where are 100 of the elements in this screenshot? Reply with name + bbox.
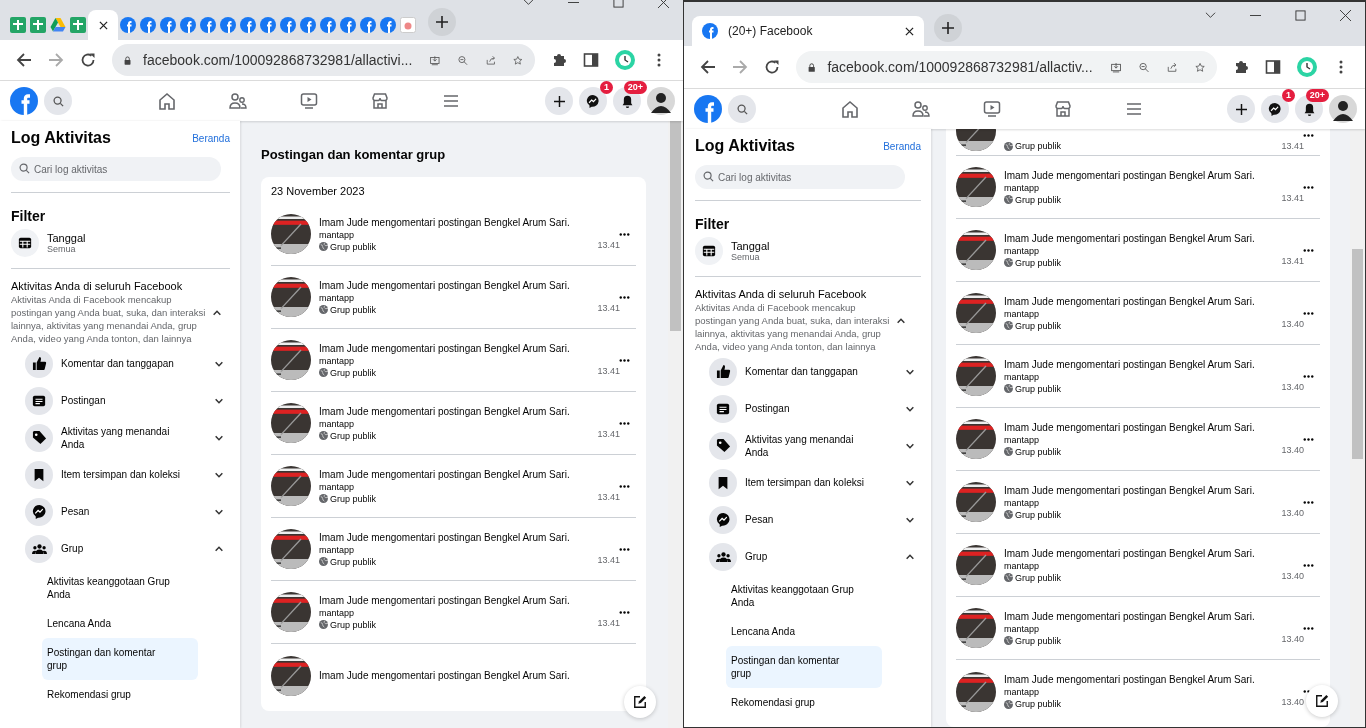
home-icon[interactable] — [840, 100, 859, 118]
store-icon[interactable] — [370, 92, 389, 110]
new-tab-button[interactable] — [934, 14, 962, 42]
date-filter[interactable]: Tanggal Semua — [695, 237, 921, 265]
friends-icon[interactable] — [228, 92, 247, 110]
activity-text[interactable]: Imam Jude mengomentari postingan Bengkel Arum Sari. — [319, 468, 590, 480]
scrollbar-thumb[interactable] — [1352, 249, 1363, 459]
activity-text[interactable]: Imam Jude mengomentari postingan Bengkel Arum Sari. — [319, 279, 590, 291]
extensions-icon[interactable] — [551, 52, 567, 68]
logo-icon[interactable] — [694, 95, 722, 123]
category-label[interactable]: Postingan — [61, 394, 206, 407]
more-icon[interactable] — [619, 547, 630, 551]
category-label[interactable]: Postingan — [745, 402, 897, 415]
activity-text[interactable]: Imam Jude mengomentari postingan Bengkel Arum Sari. — [1004, 674, 1274, 685]
home-link[interactable]: Beranda — [192, 132, 230, 144]
close-icon[interactable] — [1340, 10, 1351, 21]
more-icon[interactable] — [1303, 626, 1314, 630]
activity-text[interactable]: Imam Jude mengomentari postingan Bengkel Arum Sari. — [319, 342, 590, 354]
activity-text[interactable]: Imam Jude mengomentari postingan Bengkel Arum Sari. — [319, 531, 590, 543]
activity-text[interactable]: Imam Jude mengomentari postingan Bengkel Arum Sari. — [319, 405, 590, 417]
more-icon[interactable] — [619, 610, 630, 614]
sidebar-item[interactable]: Lencana Anda — [726, 617, 882, 646]
scrollbar-thumb[interactable] — [670, 121, 681, 331]
activity-text[interactable]: Imam Jude mengomentari postingan Bengkel Arum Sari. — [319, 594, 590, 606]
compose-button[interactable] — [1306, 685, 1338, 717]
close-icon[interactable] — [658, 0, 669, 8]
more-icon[interactable] — [619, 295, 630, 299]
category-label[interactable]: Pesan — [61, 505, 206, 518]
home-link[interactable]: Beranda — [883, 140, 921, 152]
more-icon[interactable] — [619, 421, 630, 425]
profile-icon[interactable] — [615, 50, 635, 70]
scrollbar[interactable] — [668, 121, 683, 728]
more-icon[interactable] — [1303, 248, 1314, 252]
maximize-icon[interactable] — [1295, 10, 1306, 21]
side-panel-icon[interactable] — [1265, 59, 1281, 75]
more-icon[interactable] — [1303, 311, 1314, 315]
more-icon[interactable] — [619, 358, 630, 362]
search-button[interactable] — [44, 87, 72, 115]
back-icon[interactable] — [16, 52, 32, 68]
category-label[interactable]: Aktivitas yang menandai Anda — [61, 424, 206, 451]
extensions-icon[interactable] — [1233, 59, 1249, 75]
category-label[interactable]: Komentar dan tanggapan — [61, 357, 206, 370]
back-icon[interactable] — [700, 59, 716, 75]
activity-text[interactable]: Imam Jude mengomentari postingan Bengkel Arum Sari. — [1004, 610, 1274, 622]
home-icon[interactable] — [157, 92, 176, 110]
more-icon[interactable] — [1303, 374, 1314, 378]
activity-text[interactable]: Imam Jude mengomentari postingan Bengkel Arum Sari. — [1004, 169, 1274, 181]
category-label[interactable]: Komentar dan tanggapan — [745, 365, 897, 378]
category-label[interactable]: Grup — [745, 550, 897, 563]
close-icon[interactable] — [905, 26, 914, 36]
chevron-down-icon[interactable] — [1205, 10, 1216, 21]
sidebar-item[interactable]: Lencana Anda — [42, 609, 198, 638]
more-icon[interactable] — [1303, 437, 1314, 441]
activity-text[interactable]: Imam Jude mengomentari postingan Bengkel Arum Sari. — [1004, 358, 1274, 370]
address-bar[interactable]: facebook.com/100092868732981/allactivi... — [112, 44, 535, 76]
new-tab-button[interactable] — [428, 8, 456, 36]
date-filter[interactable]: Tanggal Semua — [11, 229, 230, 257]
activity-text[interactable]: Imam Jude mengomentari postingan Bengkel Arum Sari. — [1004, 295, 1274, 307]
more-icon[interactable] — [1303, 134, 1314, 137]
create-button[interactable] — [545, 87, 573, 115]
activity-text[interactable]: Imam Jude mengomentari postingan Bengkel Arum Sari. — [319, 670, 622, 681]
logo-icon[interactable] — [10, 87, 38, 115]
reload-icon[interactable] — [80, 52, 96, 68]
browser-tab[interactable]: (20+) Facebook — [692, 16, 924, 46]
activity-text[interactable]: Imam Jude mengomentari postingan Bengkel Arum Sari. — [1004, 547, 1274, 559]
sidebar-item[interactable]: Postingan dan komentar grup — [42, 638, 198, 680]
compose-button[interactable] — [624, 686, 656, 718]
activity-text[interactable]: Imam Jude mengomentari postingan Bengkel Arum Sari. — [319, 216, 590, 228]
search-button[interactable] — [728, 95, 756, 123]
address-bar[interactable]: facebook.com/100092868732981/allactiv... — [796, 51, 1217, 83]
sidebar-item[interactable]: Rekomendasi grup — [726, 688, 882, 717]
sidebar-item[interactable]: Rekomendasi grup — [42, 680, 198, 709]
maximize-icon[interactable] — [613, 0, 624, 8]
scrollbar[interactable] — [1350, 129, 1365, 727]
reload-icon[interactable] — [764, 59, 780, 75]
more-icon[interactable] — [1303, 500, 1314, 504]
chevron-down-icon[interactable] — [523, 0, 534, 8]
more-icon[interactable] — [619, 232, 630, 236]
create-button[interactable] — [1227, 95, 1255, 123]
video-icon[interactable] — [982, 100, 1001, 118]
sidebar-item[interactable]: Aktivitas keanggotaan Grup Anda — [726, 575, 882, 617]
category-label[interactable]: Grup — [61, 542, 206, 555]
close-icon[interactable] — [98, 20, 108, 30]
friends-icon[interactable] — [911, 100, 930, 118]
more-icon[interactable] — [1303, 185, 1314, 189]
side-panel-icon[interactable] — [583, 52, 599, 68]
avatar[interactable] — [647, 87, 675, 115]
store-icon[interactable] — [1053, 100, 1072, 118]
category-label[interactable]: Item tersimpan dan koleksi — [61, 468, 206, 481]
avatar[interactable] — [1329, 95, 1357, 123]
activity-text[interactable]: Imam Jude mengomentari postingan Bengkel Arum Sari. — [1004, 484, 1274, 496]
search-field[interactable]: Cari log aktivitas — [11, 157, 221, 181]
category-label[interactable]: Aktivitas yang menandai Anda — [745, 432, 897, 459]
search-field[interactable]: Cari log aktivitas — [695, 165, 905, 189]
video-icon[interactable] — [299, 92, 318, 110]
activity-text[interactable]: Imam Jude mengomentari postingan Bengkel Arum Sari. — [1004, 421, 1274, 433]
sidebar-item[interactable]: Aktivitas keanggotaan Grup Anda — [42, 567, 198, 609]
category-label[interactable]: Item tersimpan dan koleksi — [745, 476, 897, 489]
activity-text[interactable]: Imam Jude mengomentari postingan Bengkel Arum Sari. — [1004, 232, 1274, 244]
more-icon[interactable] — [1303, 563, 1314, 567]
